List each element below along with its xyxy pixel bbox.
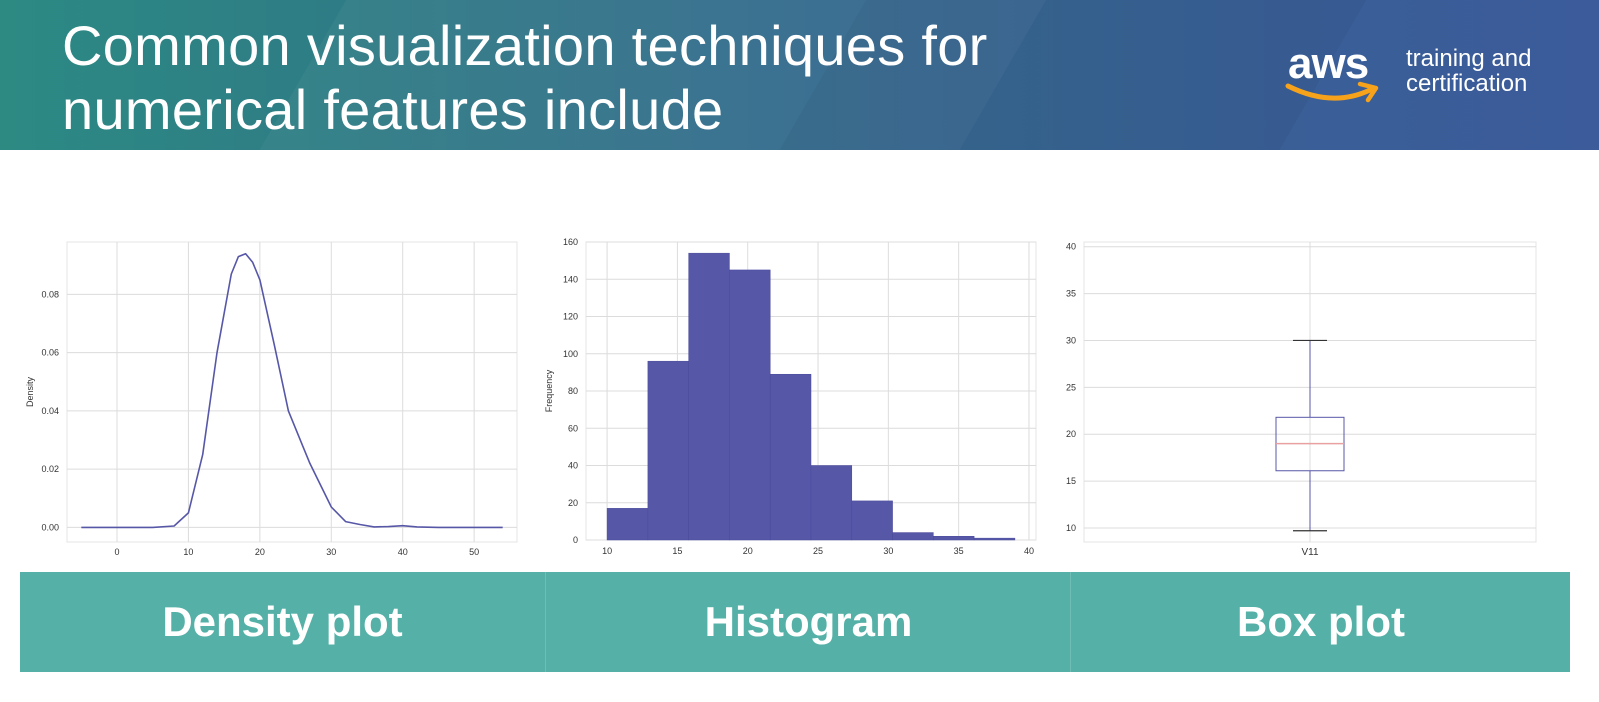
histogram-bar xyxy=(729,269,771,541)
x-tick-label: 20 xyxy=(743,546,753,556)
slide-title: Common visualization techniques for nume… xyxy=(62,14,988,142)
y-axis-label: Density xyxy=(25,376,35,407)
x-tick-label: 40 xyxy=(1024,546,1034,556)
y-tick-label: 0.00 xyxy=(41,522,59,532)
x-tick-label: 25 xyxy=(813,546,823,556)
y-tick-label: 160 xyxy=(563,237,578,247)
aws-training-logo: aws training and certification xyxy=(1285,40,1588,120)
x-tick-label: 10 xyxy=(183,547,193,557)
histogram-bar xyxy=(851,500,893,541)
y-tick-label: 20 xyxy=(568,498,578,508)
x-tick-label: 20 xyxy=(255,547,265,557)
plot-area xyxy=(66,241,518,543)
y-tick-label: 10 xyxy=(1066,523,1076,533)
y-tick-label: 35 xyxy=(1066,289,1076,299)
logo-text-line1: training and xyxy=(1406,45,1532,72)
density-plot-label: Density plot xyxy=(162,598,403,645)
x-tick-label: 35 xyxy=(954,546,964,556)
x-tick-label: 10 xyxy=(602,546,612,556)
y-tick-label: 0.08 xyxy=(41,289,59,299)
y-tick-label: 0.02 xyxy=(41,464,59,474)
density-plot-chart: 0 10 20 30 40 50 0.00 0.02 0.04 0.06 0.08 Density xyxy=(25,241,518,557)
box-plot-label: Box plot xyxy=(1070,572,1571,672)
histogram-bar xyxy=(769,373,812,541)
box-plot-chart: 10 15 20 25 30 35 40 V11 xyxy=(1066,241,1537,558)
aws-smile-arrow-icon xyxy=(1285,81,1379,103)
x-tick-label: 30 xyxy=(883,546,893,556)
histogram-bar xyxy=(688,252,730,541)
slide-header: Common visualization techniques for nume… xyxy=(0,0,1599,150)
y-tick-label: 15 xyxy=(1066,476,1076,486)
histogram-bar xyxy=(973,537,1016,541)
y-tick-label: 0 xyxy=(573,535,578,545)
aws-logo-text: training and certification xyxy=(1406,46,1531,96)
y-tick-label: 140 xyxy=(563,274,578,284)
y-tick-label: 60 xyxy=(568,423,578,433)
y-tick-label: 0.06 xyxy=(41,348,59,358)
histogram-chart: 10 15 20 25 30 35 40 0 20 40 60 80 100 120 140 160 Frequ… xyxy=(544,237,1037,556)
histogram-bar xyxy=(810,465,853,541)
slide-title-line1: Common visualization techniques for xyxy=(62,14,988,77)
histogram-bar xyxy=(892,532,934,541)
y-tick-label: 0.04 xyxy=(41,406,59,416)
slide-title-line2: numerical features include xyxy=(62,78,724,141)
histogram-bar xyxy=(933,536,975,541)
x-tick-label: 15 xyxy=(672,546,682,556)
x-tick-label: 50 xyxy=(469,547,479,557)
x-tick-label: 40 xyxy=(398,547,408,557)
y-tick-label: 120 xyxy=(563,312,578,322)
y-tick-label: 30 xyxy=(1066,335,1076,345)
histogram-bar xyxy=(606,508,649,541)
x-tick-label: V11 xyxy=(1301,547,1318,558)
y-tick-label: 40 xyxy=(1066,242,1076,252)
logo-text-line2: certification xyxy=(1406,70,1528,97)
y-tick-label: 25 xyxy=(1066,382,1076,392)
y-tick-label: 20 xyxy=(1066,429,1076,439)
y-tick-label: 40 xyxy=(568,461,578,471)
y-tick-label: 80 xyxy=(568,386,578,396)
histogram-bar xyxy=(647,360,689,541)
chart-labels-band: Density plot Histogram Box plot xyxy=(20,572,1570,672)
histogram-label: Histogram xyxy=(545,572,1071,672)
y-axis-label: Frequency xyxy=(544,369,554,412)
x-tick-label: 0 xyxy=(114,547,119,557)
x-tick-label: 30 xyxy=(326,547,336,557)
y-tick-label: 100 xyxy=(563,349,578,359)
